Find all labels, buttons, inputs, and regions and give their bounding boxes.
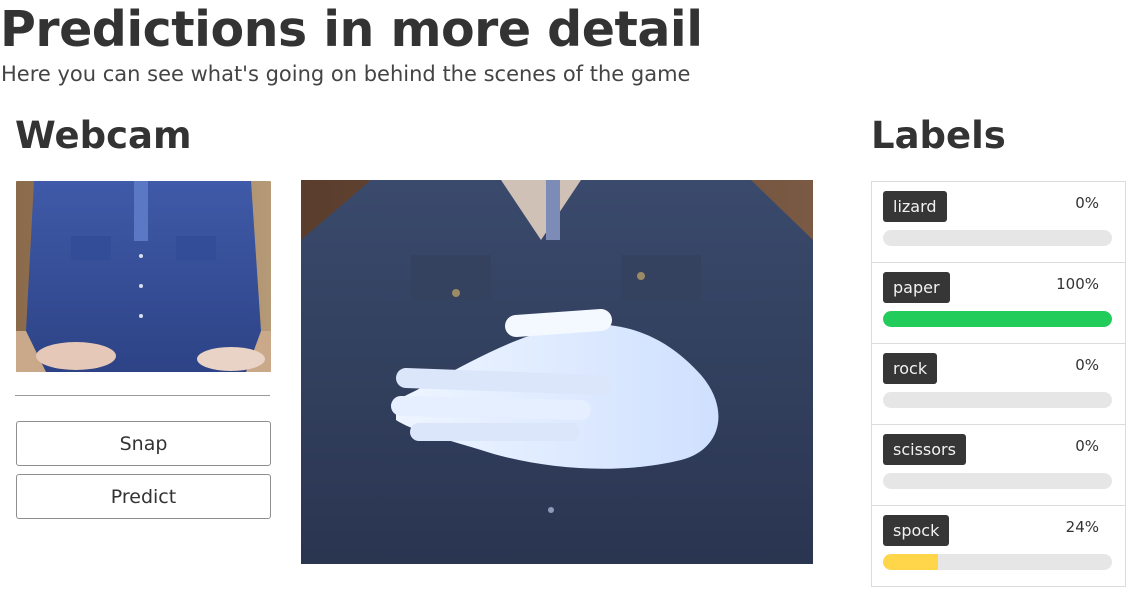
page-subtitle: Here you can see what's going on behind … [1, 62, 691, 86]
webcam-section-title: Webcam [15, 114, 192, 157]
label-row-paper: paper 100% [872, 263, 1125, 344]
webcam-divider [15, 395, 270, 396]
predict-button[interactable]: Predict [16, 474, 271, 519]
label-row-scissors: scissors 0% [872, 425, 1125, 506]
label-tag: scissors [883, 434, 966, 465]
label-tag: spock [883, 515, 950, 546]
label-tag: rock [883, 353, 938, 384]
labels-panel: lizard 0% paper 100% rock 0% scissors 0%… [871, 181, 1126, 587]
snap-button[interactable]: Snap [16, 421, 271, 466]
label-percent: 100% [1056, 275, 1099, 293]
confidence-bar-fill [883, 311, 1112, 327]
label-percent: 0% [1075, 194, 1099, 212]
confidence-bar [883, 392, 1112, 408]
label-tag: paper [883, 272, 950, 303]
label-percent: 0% [1075, 356, 1099, 374]
label-row-spock: spock 24% [872, 506, 1125, 587]
label-row-lizard: lizard 0% [872, 182, 1125, 263]
webcam-snapshot-image [16, 181, 271, 372]
label-percent: 0% [1075, 437, 1099, 455]
label-tag: lizard [883, 191, 947, 222]
page-title: Predictions in more detail [0, 1, 703, 58]
labels-section-title: Labels [871, 114, 1006, 157]
label-percent: 24% [1065, 518, 1099, 536]
confidence-bar [883, 473, 1112, 489]
confidence-bar-fill [883, 554, 938, 570]
confidence-bar [883, 554, 1112, 570]
webcam-live-feed [301, 180, 813, 564]
label-row-rock: rock 0% [872, 344, 1125, 425]
confidence-bar [883, 311, 1112, 327]
confidence-bar [883, 230, 1112, 246]
